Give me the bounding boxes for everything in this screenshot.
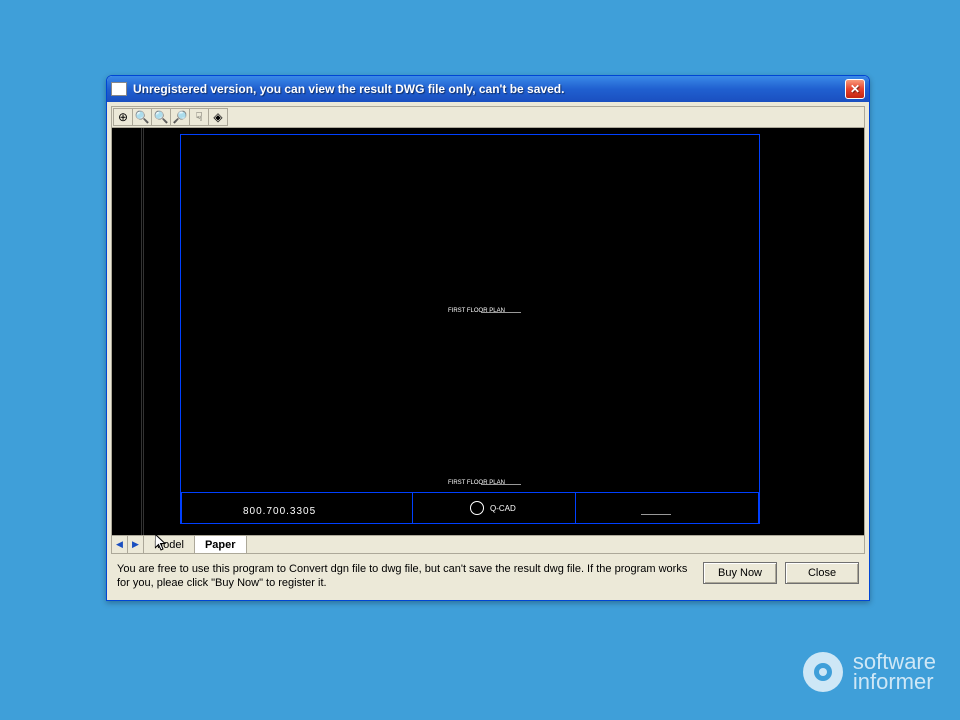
guide-line [141, 128, 142, 535]
zoom-in-button[interactable]: 🔍 [151, 108, 171, 126]
app-window: Unregistered version, you can view the r… [106, 75, 870, 601]
drawing-label: FIRST FLOOR PLAN [448, 308, 505, 314]
info-text: You are free to use this program to Conv… [117, 562, 695, 590]
tab-prev-button[interactable]: ◀ [112, 536, 128, 553]
watermark: software informer [803, 652, 936, 692]
chevron-left-icon: ◀ [116, 539, 123, 550]
pan-button[interactable]: ☟ [189, 108, 209, 126]
titleblock-divider [412, 492, 413, 524]
zoom-extents-button[interactable]: ⊕ [113, 108, 133, 126]
buy-now-button[interactable]: Buy Now [703, 562, 777, 584]
close-button[interactable]: Close [785, 562, 859, 584]
window-close-button[interactable]: ✕ [845, 79, 865, 99]
watermark-line2: informer [853, 672, 936, 692]
toolbar: ⊕ 🔍 🔍 🔎 ☟ ◈ [111, 106, 865, 128]
tab-next-button[interactable]: ▶ [128, 536, 144, 553]
zoom-out-icon: 🔎 [173, 110, 188, 124]
watermark-icon [803, 652, 843, 692]
app-icon [111, 82, 127, 96]
tab-label: Paper [205, 539, 236, 551]
pan-icon: ☟ [195, 110, 202, 124]
drawing-frame [180, 134, 760, 524]
titleblock-divider [575, 492, 576, 524]
footer: You are free to use this program to Conv… [111, 554, 865, 596]
close-icon: ✕ [850, 82, 860, 96]
window-content: ⊕ 🔍 🔍 🔎 ☟ ◈ 800.700.3305 Q-CAD FIRST FLO… [111, 106, 865, 596]
rotate-icon: ◈ [213, 110, 222, 124]
zoom-extents-icon: ⊕ [118, 110, 128, 124]
zoom-window-icon: 🔍 [135, 110, 150, 124]
drawing-line [641, 514, 671, 515]
tab-model[interactable]: Model [144, 536, 195, 553]
drawing-canvas[interactable]: 800.700.3305 Q-CAD FIRST FLOOR PLAN FIRS… [111, 128, 865, 536]
chevron-right-icon: ▶ [132, 539, 139, 550]
zoom-out-button[interactable]: 🔎 [170, 108, 190, 126]
tab-paper[interactable]: Paper [195, 536, 247, 553]
tab-label: Model [154, 539, 184, 551]
zoom-window-button[interactable]: 🔍 [132, 108, 152, 126]
rotate-button[interactable]: ◈ [208, 108, 228, 126]
window-title: Unregistered version, you can view the r… [133, 82, 845, 96]
drawing-line [481, 312, 521, 313]
phone-number: 800.700.3305 [243, 506, 316, 517]
drawing-label: FIRST FLOOR PLAN [448, 480, 505, 486]
drawing-line [481, 484, 521, 485]
tab-bar: ◀ ▶ Model Paper [111, 536, 865, 554]
brand-text: Q-CAD [490, 504, 516, 513]
watermark-text: software informer [853, 652, 936, 692]
zoom-in-icon: 🔍 [154, 110, 169, 124]
brand-circle [470, 501, 484, 515]
guide-line [143, 128, 144, 535]
titlebar[interactable]: Unregistered version, you can view the r… [107, 76, 869, 102]
